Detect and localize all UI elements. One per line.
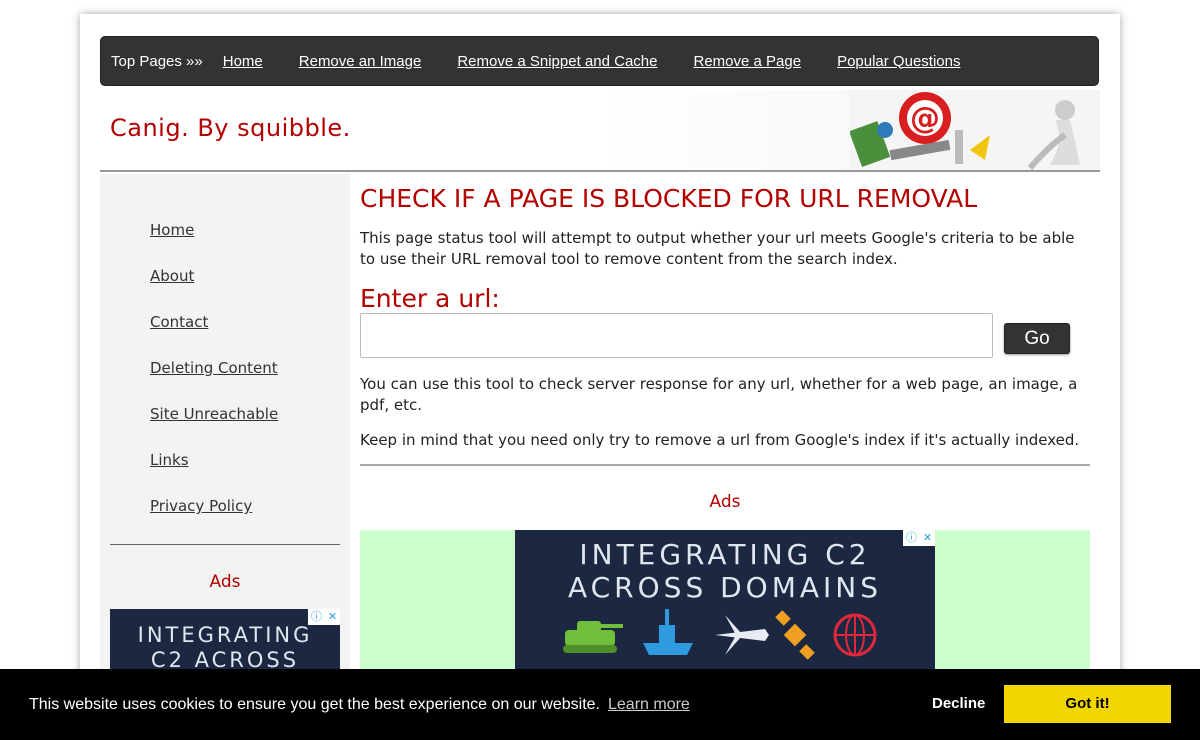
main-ad-text-line: ACROSS DOMAINS <box>567 571 883 604</box>
main-ads-heading: Ads <box>709 492 741 512</box>
nav-link-home[interactable]: Home <box>223 53 263 70</box>
intro-text: This page status tool will attempt to ou… <box>360 229 1075 268</box>
url-field-label: Enter a url: <box>360 284 500 313</box>
sidebar-ad-text-line: INTEGRATING <box>137 623 313 647</box>
sidebar-link-about[interactable]: About <box>150 267 194 285</box>
ad-info-icon[interactable]: ⓘ <box>311 609 322 625</box>
sidebar-item-links: Links <box>150 450 278 496</box>
tank-icon <box>563 621 623 653</box>
cookie-learn-more-link[interactable]: Learn more <box>608 696 690 714</box>
cookie-message: This website uses cookies to ensure you … <box>29 695 600 713</box>
url-input[interactable] <box>360 313 993 358</box>
ad-choices-badge[interactable]: ⓘ ✕ <box>903 530 935 546</box>
sidebar-ads-heading: Ads <box>209 572 241 592</box>
ad-choices-badge[interactable]: ⓘ ✕ <box>308 609 340 625</box>
sidebar-item-deleting-content: Deleting Content <box>150 358 278 404</box>
cookie-accept-button[interactable]: Got it! <box>1004 685 1171 723</box>
sidebar-item-privacy-policy: Privacy Policy <box>150 496 278 542</box>
cookie-decline-button[interactable]: Decline <box>932 695 985 712</box>
sidebar-item-contact: Contact <box>150 312 278 358</box>
ad-info-icon[interactable]: ⓘ <box>906 530 917 546</box>
sidebar-item-home: Home <box>150 220 278 266</box>
nav-link-remove-page[interactable]: Remove a Page <box>693 53 801 70</box>
nav-link-remove-snippet[interactable]: Remove a Snippet and Cache <box>457 53 657 70</box>
cookie-consent-bar: This website uses cookies to ensure you … <box>0 669 1200 740</box>
top-navigation: Top Pages »» Home Remove an Image Remove… <box>100 36 1099 86</box>
go-button[interactable]: Go <box>1004 323 1070 354</box>
sidebar-link-site-unreachable[interactable]: Site Unreachable <box>150 405 278 423</box>
sidebar-item-about: About <box>150 266 278 312</box>
sidebar-item-site-unreachable: Site Unreachable <box>150 404 278 450</box>
sidebar-link-home[interactable]: Home <box>150 221 194 239</box>
header-banner-image: @ <box>850 90 1100 170</box>
sidebar-link-deleting-content[interactable]: Deleting Content <box>150 359 278 377</box>
sidebar-menu: Home About Contact Deleting Content Site… <box>150 220 278 542</box>
ship-icon <box>643 609 693 655</box>
content-divider <box>360 464 1090 466</box>
tool-usage-text: You can use this tool to check server re… <box>360 375 1078 414</box>
ad-domain-icons <box>563 609 877 660</box>
svg-text:@: @ <box>910 101 940 136</box>
sidebar-divider <box>110 544 340 545</box>
sidebar: Home About Contact Deleting Content Site… <box>100 174 350 740</box>
ad-close-icon[interactable]: ✕ <box>923 530 932 546</box>
sidebar-link-links[interactable]: Links <box>150 451 189 469</box>
sidebar-link-privacy-policy[interactable]: Privacy Policy <box>150 497 252 515</box>
indexed-note-text: Keep in mind that you need only try to r… <box>360 431 1080 449</box>
site-title: Canig. By squibble. <box>110 114 351 142</box>
nav-link-remove-image[interactable]: Remove an Image <box>299 53 422 70</box>
sidebar-link-contact[interactable]: Contact <box>150 313 208 331</box>
page-title: CHECK IF A PAGE IS BLOCKED FOR URL REMOV… <box>360 184 978 213</box>
globe-network-icon <box>833 613 877 657</box>
main-ad-text-line: INTEGRATING C2 <box>579 538 871 571</box>
nav-link-popular-questions[interactable]: Popular Questions <box>837 53 960 70</box>
jet-icon <box>715 615 769 655</box>
satellite-icon <box>775 610 815 660</box>
site-header: Canig. By squibble. @ <box>100 90 1100 172</box>
page-container: Top Pages »» Home Remove an Image Remove… <box>80 14 1120 740</box>
ad-close-icon[interactable]: ✕ <box>328 609 337 625</box>
top-pages-label: Top Pages »» <box>111 52 203 70</box>
